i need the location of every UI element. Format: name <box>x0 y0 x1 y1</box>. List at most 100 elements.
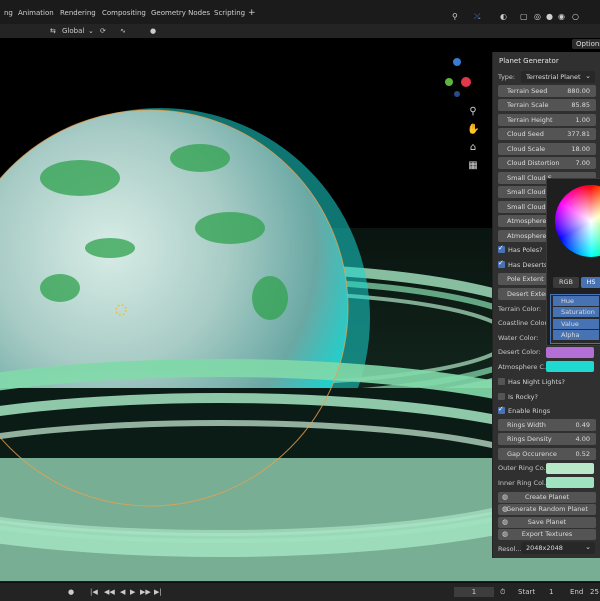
desert-color-label: Desert Color: <box>498 348 541 356</box>
inner-ring-color-swatch[interactable] <box>546 477 594 488</box>
pan-hand-icon[interactable]: ✋ <box>467 124 479 136</box>
shading-wireframe-icon[interactable]: ◎ <box>534 12 541 22</box>
field-label: Pole Extent <box>507 275 544 283</box>
field-label: Cloud Seed <box>507 130 544 138</box>
xray-icon[interactable]: ▢ <box>520 12 528 22</box>
start-value[interactable]: 1 <box>549 587 553 597</box>
field-label: Gap Occurence <box>507 450 557 458</box>
start-label: Start <box>518 588 536 596</box>
gizmo-icon[interactable]: ⤯ <box>474 12 480 22</box>
gap-occurence-field[interactable]: Gap Occurence 0.52 <box>498 448 596 460</box>
generate-random-planet-button[interactable]: ◍ Generate Random Planet <box>498 504 596 515</box>
has-night-lights-checkbox[interactable]: Has Night Lights? <box>498 376 598 388</box>
create-planet-button[interactable]: ◍ Create Planet <box>498 492 596 503</box>
shading-solid-icon[interactable]: ● <box>546 12 553 22</box>
value-option[interactable]: Value <box>553 319 599 329</box>
record-icon[interactable]: ● <box>68 587 74 597</box>
globe-icon: ◍ <box>502 530 509 538</box>
resolution-value: 2048x2048 <box>526 544 563 552</box>
resolution-label: Resol... <box>498 545 522 553</box>
shading-rendered-icon[interactable]: ○ <box>572 12 579 22</box>
workspace-bar: ng Animation Rendering Compositing Geome… <box>0 0 600 25</box>
hue-option[interactable]: Hue <box>553 296 599 306</box>
tab-geometry-nodes[interactable]: Geometry Nodes <box>147 6 214 20</box>
checkbox-checked <box>498 259 505 268</box>
field-label: Cloud Distortion <box>507 159 560 167</box>
clock-icon: ⏱ <box>500 588 506 596</box>
resolution-select[interactable]: 2048x2048 ⌄ <box>521 542 595 554</box>
desert-color-swatch[interactable] <box>546 347 594 358</box>
button-label: Generate Random Planet <box>506 505 588 513</box>
proportional-edit-icon[interactable]: ● <box>150 26 156 36</box>
checkbox-label: Has Deserts <box>508 261 548 269</box>
field-value: 880.00 <box>567 87 590 95</box>
export-textures-button[interactable]: ◍ Export Textures <box>498 529 596 540</box>
checkbox-unchecked <box>498 378 505 385</box>
rings-width-field[interactable]: Rings Width 0.49 <box>498 419 596 431</box>
jump-start-icon[interactable]: |◀ <box>90 587 98 597</box>
enable-rings-checkbox[interactable]: Enable Rings <box>498 405 598 417</box>
terrain-scale-field[interactable]: Terrain Scale 85.85 <box>498 99 596 111</box>
type-select[interactable]: Terrestrial Planet ⌄ <box>521 71 595 83</box>
orientation-select[interactable]: Global <box>62 26 84 36</box>
is-rocky-checkbox[interactable]: Is Rocky? <box>498 391 598 403</box>
button-label: Create Planet <box>524 493 570 501</box>
jump-end-icon[interactable]: ▶| <box>154 587 162 597</box>
globe-icon: ◍ <box>502 518 509 526</box>
grid-icon[interactable]: ▦ <box>467 160 479 172</box>
current-frame-field[interactable]: 1 <box>454 587 494 597</box>
overlay-icon[interactable]: ◐ <box>500 12 507 22</box>
outer-ring-color-swatch[interactable] <box>546 463 594 474</box>
transform-orientation-icon[interactable]: ⇆ <box>50 26 56 36</box>
terrain-seed-field[interactable]: Terrain Seed 880.00 <box>498 85 596 97</box>
tab-rendering[interactable]: Rendering <box>56 6 100 20</box>
cloud-distortion-field[interactable]: Cloud Distortion 7.00 <box>498 157 596 169</box>
play-reverse-icon[interactable]: ◀ <box>120 587 125 597</box>
tab-animation[interactable]: Animation <box>14 6 58 20</box>
camera-icon[interactable]: ⌂ <box>467 142 479 154</box>
terrain-height-field[interactable]: Terrain Height 1.00 <box>498 114 596 126</box>
pivot-icon[interactable]: ⟳ <box>100 26 106 36</box>
alpha-option[interactable]: Alpha <box>553 330 599 340</box>
color-wheel[interactable] <box>555 185 600 257</box>
field-value: 18.00 <box>571 145 590 153</box>
coastline-color-label: Coastline Color: <box>498 319 550 327</box>
end-value[interactable]: 25 <box>590 587 599 597</box>
checkbox-unchecked <box>498 393 505 400</box>
timeline-bar: ● |◀ ◀◀ ◀ ▶ ▶▶ ▶| 1 ⏱ Start 1 End 25 <box>0 582 600 601</box>
hsv-tab[interactable]: HS <box>581 277 600 288</box>
snap-icon[interactable]: ∿ <box>120 26 126 36</box>
field-label: Terrain Seed <box>507 87 548 95</box>
chevron-down-icon: ⌄ <box>585 543 591 551</box>
options-button[interactable]: Options <box>572 39 600 49</box>
field-label: Atmosphere I <box>507 217 551 225</box>
saturation-option[interactable]: Saturation <box>553 307 599 317</box>
cloud-seed-field[interactable]: Cloud Seed 377.81 <box>498 128 596 140</box>
shading-material-icon[interactable]: ◉ <box>558 12 565 22</box>
cloud-scale-field[interactable]: Cloud Scale 18.00 <box>498 143 596 155</box>
prev-keyframe-icon[interactable]: ◀◀ <box>104 587 115 597</box>
zoom-icon[interactable]: ⚲ <box>467 106 479 118</box>
tab-compositing[interactable]: Compositing <box>98 6 150 20</box>
atmosphere-color-swatch[interactable] <box>546 361 594 372</box>
field-label: Atmosphere <box>507 232 547 240</box>
next-keyframe-icon[interactable]: ▶▶ <box>140 587 151 597</box>
viewport-header: ⇆ Global ⌄ ⟳ ∿ ● <box>0 24 600 39</box>
hsv-menu: Hue Saturation Value Alpha <box>550 294 600 344</box>
add-workspace-button[interactable]: + <box>244 6 260 20</box>
end-label: End <box>570 588 584 596</box>
field-value: 4.00 <box>575 435 590 443</box>
outer-ring-color-label: Outer Ring Co... <box>498 464 550 472</box>
rgb-tab[interactable]: RGB <box>553 277 579 288</box>
inner-ring-color-label: Inner Ring Col... <box>498 479 551 487</box>
checkbox-checked <box>498 405 505 414</box>
save-planet-button[interactable]: ◍ Save Planet <box>498 517 596 528</box>
play-icon[interactable]: ▶ <box>130 587 135 597</box>
field-label: Rings Density <box>507 435 552 443</box>
checkbox-label: Is Rocky? <box>508 393 538 401</box>
chevron-down-icon[interactable]: ⌄ <box>88 26 94 36</box>
view-object-types-icon[interactable]: ⚲ <box>452 12 458 22</box>
panel-title: Planet Generator <box>499 57 559 65</box>
field-label: Terrain Height <box>507 116 553 124</box>
rings-density-field[interactable]: Rings Density 4.00 <box>498 433 596 445</box>
